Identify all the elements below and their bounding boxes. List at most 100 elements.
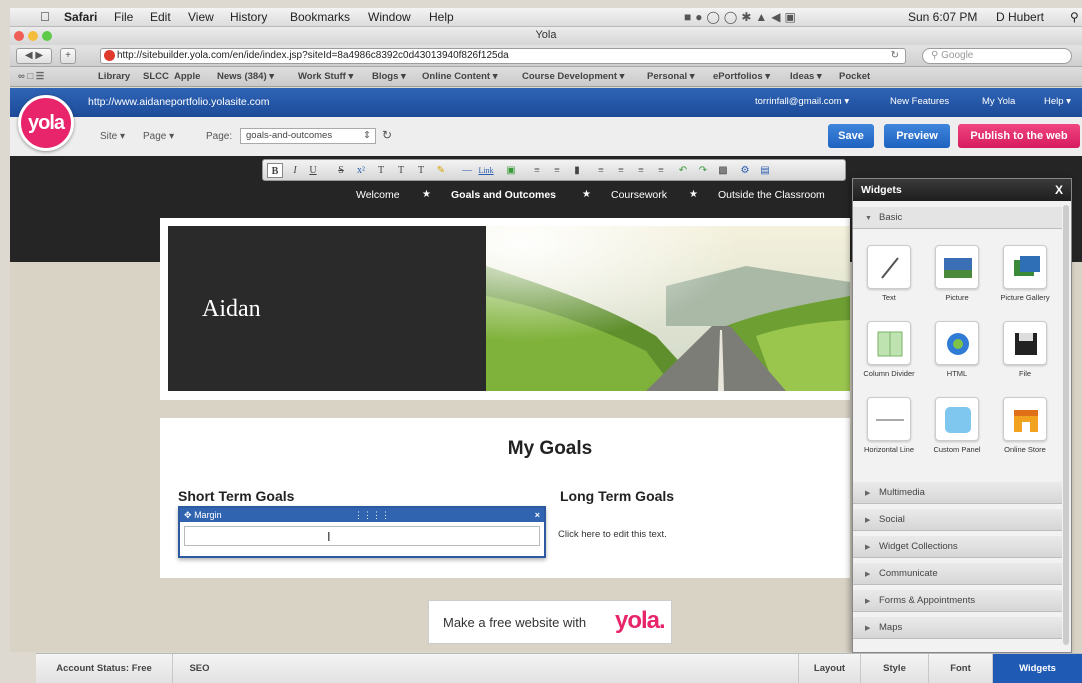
margin-widget[interactable]: ✥ Margin ⋮⋮⋮⋮ × I bbox=[178, 506, 546, 558]
font-family-button[interactable]: T bbox=[413, 163, 429, 178]
site-url-link[interactable]: http://www.aidaneportfolio.yolasite.com bbox=[88, 96, 270, 108]
margin-widget-header[interactable]: ✥ Margin ⋮⋮⋮⋮ × bbox=[180, 508, 544, 522]
close-widget-icon[interactable]: × bbox=[535, 508, 540, 522]
widget-custom-panel[interactable]: Custom Panel bbox=[927, 397, 987, 454]
refresh-page-icon[interactable]: ↻ bbox=[382, 128, 392, 142]
clear-format-icon[interactable]: ⚙ bbox=[737, 163, 753, 178]
link-button[interactable]: Link bbox=[475, 163, 497, 178]
widget-text[interactable]: Text bbox=[859, 245, 919, 302]
bookmark-course-development[interactable]: Course Development ▾ bbox=[522, 71, 624, 82]
align-center-icon[interactable]: ≡ bbox=[613, 163, 629, 178]
section-forms-appointments[interactable]: ▶ Forms & Appointments bbox=[853, 590, 1062, 612]
image-icon[interactable]: ▣ bbox=[503, 163, 519, 178]
bullet-list-icon[interactable]: ≡ bbox=[529, 163, 545, 178]
yola-logo[interactable]: yola bbox=[18, 95, 74, 151]
bookmark-work-stuff[interactable]: Work Stuff ▾ bbox=[298, 71, 353, 82]
reload-icon[interactable]: ↻ bbox=[891, 49, 899, 63]
strikethrough-button[interactable]: S bbox=[333, 163, 349, 178]
justify-icon[interactable]: ≡ bbox=[653, 163, 669, 178]
undo-icon[interactable]: ↶ bbox=[675, 163, 691, 178]
paste-icon[interactable]: ▩ bbox=[715, 163, 731, 178]
tab-widgets[interactable]: Widgets bbox=[992, 654, 1082, 683]
menu-window[interactable]: Window bbox=[368, 10, 411, 24]
widget-horizontal-line[interactable]: Horizontal Line bbox=[859, 397, 919, 454]
section-maps[interactable]: ▶ Maps bbox=[853, 617, 1062, 639]
seo-button[interactable]: SEO bbox=[172, 654, 226, 683]
reading-list-icon[interactable]: ∞ □ ☰ bbox=[18, 71, 44, 82]
page-select[interactable]: goals-and-outcomes ⇕ bbox=[240, 128, 376, 144]
status-icons[interactable]: ■●◯◯✱▲◀▣ bbox=[684, 10, 800, 24]
bookmark-ideas[interactable]: Ideas ▾ bbox=[790, 71, 822, 82]
nav-coursework[interactable]: Coursework bbox=[611, 189, 667, 201]
bookmark-pocket[interactable]: Pocket bbox=[839, 71, 870, 82]
back-forward-buttons[interactable]: ◀ ▶ bbox=[16, 48, 52, 64]
yola-promo-banner[interactable]: Make a free website with yola. bbox=[428, 600, 672, 644]
menu-view[interactable]: View bbox=[188, 10, 214, 24]
apple-menu-icon[interactable]:  bbox=[40, 9, 50, 24]
move-icon[interactable]: ✥ bbox=[184, 510, 192, 520]
italic-button[interactable]: I bbox=[287, 163, 303, 178]
tab-font[interactable]: Font bbox=[928, 654, 992, 683]
account-status[interactable]: Account Status: Free bbox=[36, 654, 172, 683]
horizontal-rule-icon[interactable]: — bbox=[459, 163, 475, 178]
bookmark-personal[interactable]: Personal ▾ bbox=[647, 71, 695, 82]
tab-layout[interactable]: Layout bbox=[798, 654, 860, 683]
close-panel-icon[interactable]: X bbox=[1055, 179, 1063, 201]
new-features-link[interactable]: New Features bbox=[890, 96, 949, 107]
section-widget-collections[interactable]: ▶ Widget Collections bbox=[853, 536, 1062, 558]
font-size-small-button[interactable]: T bbox=[393, 163, 409, 178]
font-size-button[interactable]: T bbox=[373, 163, 389, 178]
short-term-goals-heading[interactable]: Short Term Goals bbox=[178, 488, 294, 504]
widget-online-store[interactable]: Online Store bbox=[995, 397, 1055, 454]
menu-edit[interactable]: Edit bbox=[150, 10, 171, 24]
search-field[interactable]: ⚲ Google bbox=[922, 48, 1072, 64]
widgets-scrollbar[interactable] bbox=[1063, 205, 1069, 645]
widget-picture-gallery[interactable]: Picture Gallery bbox=[995, 245, 1055, 302]
my-yola-link[interactable]: My Yola bbox=[982, 96, 1015, 107]
section-social[interactable]: ▶ Social bbox=[853, 509, 1062, 531]
long-term-goals-heading[interactable]: Long Term Goals bbox=[560, 488, 674, 504]
section-communicate[interactable]: ▶ Communicate bbox=[853, 563, 1062, 585]
bookmark-blogs[interactable]: Blogs ▾ bbox=[372, 71, 406, 82]
bookmark-apple[interactable]: Apple bbox=[174, 71, 200, 82]
site-banner[interactable]: Aidan bbox=[160, 218, 850, 400]
site-menu[interactable]: Site ▾ bbox=[100, 131, 125, 142]
widget-picture[interactable]: Picture bbox=[927, 245, 987, 302]
page-heading[interactable]: My Goals bbox=[160, 438, 940, 460]
margin-field[interactable]: I bbox=[184, 526, 540, 546]
page-menu[interactable]: Page ▾ bbox=[143, 131, 174, 142]
menu-file[interactable]: File bbox=[114, 10, 133, 24]
drag-handle-icon[interactable]: ⋮⋮⋮⋮ bbox=[354, 508, 390, 522]
number-list-icon[interactable]: ≡ bbox=[549, 163, 565, 178]
redo-icon[interactable]: ↷ bbox=[695, 163, 711, 178]
bookmark-news[interactable]: News (384) ▾ bbox=[217, 71, 274, 82]
outdent-icon[interactable]: ▮ bbox=[569, 163, 585, 178]
source-icon[interactable]: ▤ bbox=[757, 163, 773, 178]
underline-button[interactable]: U bbox=[305, 163, 321, 178]
menu-safari[interactable]: Safari bbox=[64, 10, 97, 24]
preview-button[interactable]: Preview bbox=[884, 124, 950, 148]
tab-style[interactable]: Style bbox=[860, 654, 928, 683]
banner-road-image[interactable] bbox=[486, 226, 850, 391]
bookmark-library[interactable]: Library bbox=[98, 71, 130, 82]
bookmark-slcc[interactable]: SLCC bbox=[143, 71, 169, 82]
section-basic[interactable]: ▼ Basic bbox=[853, 207, 1062, 229]
help-menu[interactable]: Help ▾ bbox=[1044, 96, 1071, 107]
spotlight-icon[interactable]: ⚲ bbox=[1070, 10, 1079, 24]
address-field[interactable]: http://sitebuilder.yola.com/en/ide/index… bbox=[100, 48, 906, 64]
nav-outside-classroom[interactable]: Outside the Classroom bbox=[718, 189, 825, 201]
long-term-goals-text[interactable]: Click here to edit this text. bbox=[558, 529, 667, 540]
menu-history[interactable]: History bbox=[230, 10, 267, 24]
menubar-clock[interactable]: Sun 6:07 PM bbox=[908, 10, 977, 24]
nav-goals-and-outcomes[interactable]: Goals and Outcomes bbox=[451, 189, 556, 201]
section-multimedia[interactable]: ▶ Multimedia bbox=[853, 482, 1062, 504]
widget-file[interactable]: File bbox=[995, 321, 1055, 378]
publish-button[interactable]: Publish to the web bbox=[958, 124, 1080, 148]
superscript-button[interactable]: x² bbox=[353, 163, 369, 178]
menubar-user[interactable]: D Hubert bbox=[996, 10, 1044, 24]
widget-column-divider[interactable]: Column Divider bbox=[859, 321, 919, 378]
text-color-icon[interactable]: ✎ bbox=[433, 163, 449, 178]
save-button[interactable]: Save bbox=[828, 124, 874, 148]
align-left-icon[interactable]: ≡ bbox=[593, 163, 609, 178]
nav-welcome[interactable]: Welcome bbox=[356, 189, 400, 201]
